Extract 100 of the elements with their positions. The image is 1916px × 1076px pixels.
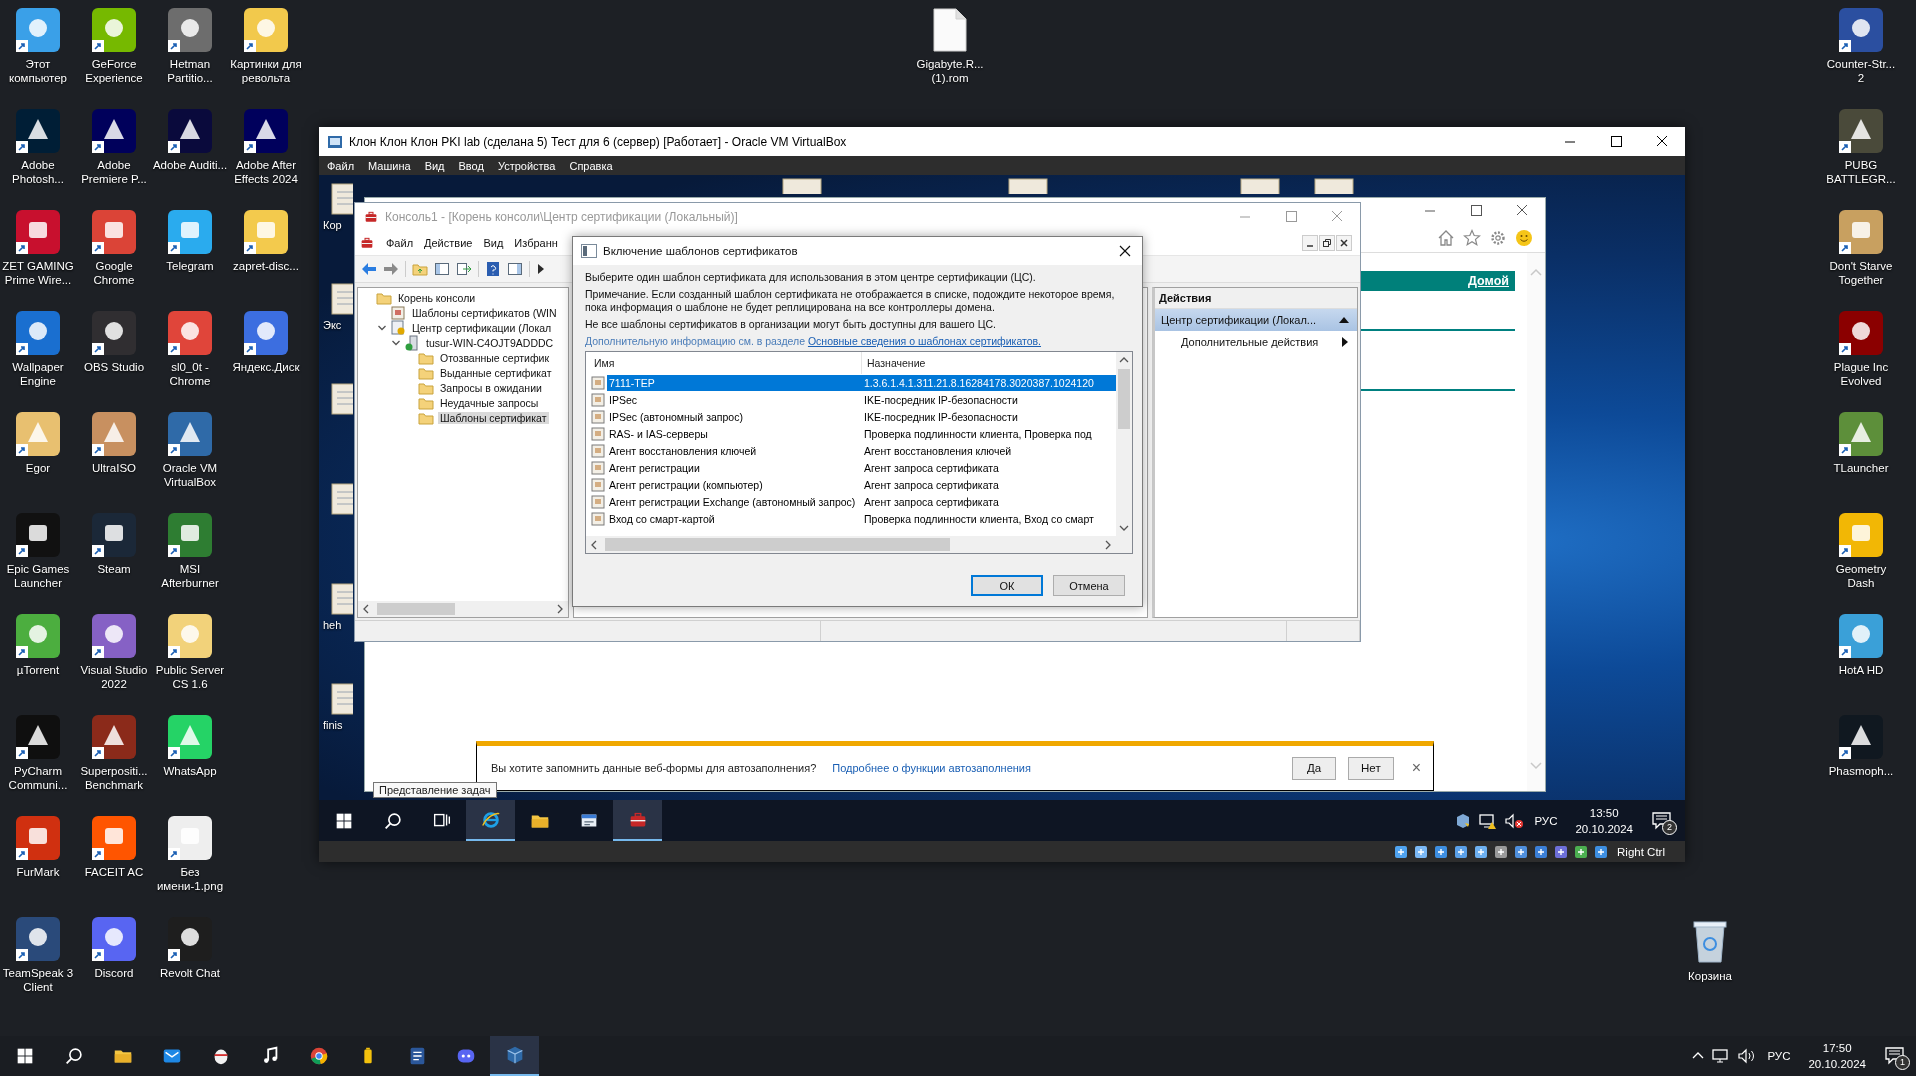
home-link[interactable]: Домой <box>1468 274 1509 288</box>
device-icon[interactable] <box>1493 843 1510 860</box>
app-icon[interactable] <box>1839 311 1883 355</box>
recycle-bin-icon[interactable] <box>1690 918 1730 964</box>
table-row[interactable]: Агент регистрации Exchange (автономный запрос) Агент запроса сертификата <box>607 493 1116 510</box>
app-icon[interactable] <box>92 210 136 254</box>
scroll-down-icon[interactable] <box>1119 523 1129 533</box>
scroll-left-icon[interactable] <box>361 604 371 614</box>
tree-item[interactable]: Корень консоли <box>396 291 479 304</box>
app-icon[interactable] <box>168 513 212 557</box>
menu-item[interactable]: Справка <box>569 159 613 172</box>
notification-button[interactable]: Нет <box>1348 756 1394 780</box>
device-icon[interactable] <box>1533 843 1550 860</box>
minimize-icon[interactable] <box>1302 235 1318 251</box>
device-icon[interactable] <box>1433 843 1450 860</box>
tree-item[interactable]: Шаблоны сертификат <box>438 411 550 424</box>
app-icon[interactable] <box>168 109 212 153</box>
pane-icon[interactable] <box>507 261 523 277</box>
menu-item[interactable]: Избранн <box>514 237 558 249</box>
back-icon[interactable] <box>361 261 377 277</box>
scroll-left-icon[interactable] <box>589 539 599 550</box>
scrollbar[interactable] <box>586 536 1116 553</box>
app-icon[interactable] <box>92 614 136 658</box>
table-row[interactable]: 7111-TEP 1.3.6.1.4.1.311.21.8.16284178.3020387.1024120 <box>607 374 1116 391</box>
language-indicator[interactable]: РУС <box>1767 1050 1791 1062</box>
app-icon[interactable] <box>16 513 60 557</box>
scrollbar-thumb[interactable] <box>377 603 455 615</box>
device-icon[interactable] <box>1473 843 1490 860</box>
clock-time[interactable]: 13:50 <box>1589 804 1619 821</box>
taskbar-button[interactable] <box>613 800 662 841</box>
network-warning-icon[interactable] <box>1478 811 1499 830</box>
notification-button[interactable]: Да <box>1292 756 1337 780</box>
menu-item[interactable]: Файл <box>327 159 355 172</box>
pane-icon[interactable] <box>434 261 450 277</box>
tree-item[interactable]: Запросы в ожидании <box>438 381 545 394</box>
app-icon[interactable] <box>1839 8 1883 52</box>
templates-link[interactable]: Основные сведения о шаблонах сертификатов. <box>807 335 1041 347</box>
scroll-right-icon[interactable] <box>1103 539 1113 550</box>
menu-item[interactable]: Ввод <box>458 159 484 172</box>
menu-item[interactable]: Вид <box>424 159 445 172</box>
device-icon[interactable] <box>1573 843 1590 860</box>
app-icon[interactable] <box>92 715 136 759</box>
app-icon[interactable] <box>1839 715 1883 759</box>
play-icon[interactable] <box>536 261 546 277</box>
collapse-icon[interactable] <box>1339 316 1349 324</box>
menu-item[interactable]: Файл <box>386 237 414 249</box>
table-row[interactable]: IPSec IKE-посредник IP-безопасности <box>607 391 1116 408</box>
app-icon[interactable] <box>168 311 212 355</box>
menu-item[interactable]: Вид <box>483 237 504 249</box>
app-icon[interactable] <box>16 816 60 860</box>
app-icon[interactable] <box>92 311 136 355</box>
app-icon[interactable] <box>244 109 288 153</box>
device-icon[interactable] <box>1413 843 1430 860</box>
app-icon[interactable] <box>16 715 60 759</box>
clock-time[interactable]: 17:50 <box>1822 1040 1852 1056</box>
app-icon[interactable] <box>16 917 60 961</box>
app-icon[interactable] <box>92 513 136 557</box>
app-icon[interactable] <box>1839 109 1883 153</box>
device-icon[interactable] <box>1553 843 1570 860</box>
forward-icon[interactable] <box>383 261 399 277</box>
app-icon[interactable] <box>244 311 288 355</box>
device-icon[interactable] <box>1513 843 1530 860</box>
app-icon[interactable] <box>168 412 212 456</box>
column-header[interactable]: Имя <box>586 352 862 374</box>
scroll-up-icon[interactable] <box>1119 355 1129 365</box>
notification-icon[interactable] <box>1652 811 1672 830</box>
scroll-right-icon[interactable] <box>555 604 565 614</box>
close-button[interactable]: × <box>1409 759 1423 777</box>
ok-button[interactable]: ОК <box>971 575 1043 596</box>
app-icon[interactable] <box>168 8 212 52</box>
app-icon[interactable] <box>92 917 136 961</box>
clock-date[interactable]: 20.10.2024 <box>1808 1056 1866 1072</box>
tree-item[interactable]: Отозванные сертифик <box>438 351 553 364</box>
device-icon[interactable] <box>1593 843 1610 860</box>
notification-icon[interactable] <box>1885 1047 1905 1065</box>
help-icon[interactable] <box>485 261 501 277</box>
autocomplete-link[interactable]: Подробнее о функции автозаполнения <box>832 762 1031 774</box>
restore-icon[interactable] <box>1319 235 1335 251</box>
app-icon[interactable] <box>168 917 212 961</box>
cancel-button[interactable]: Отмена <box>1053 575 1125 596</box>
tree-item[interactable]: Шаблоны сертификатов (WIN <box>410 306 560 319</box>
app-icon[interactable] <box>16 210 60 254</box>
table-row[interactable]: Агент восстановления ключей Агент восстановления ключей <box>607 442 1116 459</box>
column-header[interactable]: Назначение <box>862 352 926 374</box>
star-icon[interactable] <box>1463 229 1481 247</box>
taskbar-button[interactable] <box>466 800 515 841</box>
device-icon[interactable] <box>1393 843 1410 860</box>
muted-speaker-icon[interactable] <box>1504 811 1525 830</box>
submenu-arrow-icon[interactable] <box>1342 337 1349 347</box>
app-icon[interactable] <box>16 311 60 355</box>
scrollbar-thumb[interactable] <box>605 538 950 551</box>
language-indicator[interactable]: РУС <box>1534 814 1558 827</box>
table-row[interactable]: Агент регистрации Агент запроса сертификата <box>607 459 1116 476</box>
toolbox-icon[interactable] <box>359 235 375 251</box>
taskbar-button[interactable] <box>490 1036 539 1076</box>
menu-item[interactable]: Действие <box>424 237 473 249</box>
settings-icon[interactable] <box>1489 229 1507 247</box>
file-icon[interactable] <box>932 8 968 52</box>
clock-date[interactable]: 20.10.2024 <box>1575 820 1633 837</box>
action-item[interactable]: Центр сертификации (Локал... <box>1155 309 1357 331</box>
